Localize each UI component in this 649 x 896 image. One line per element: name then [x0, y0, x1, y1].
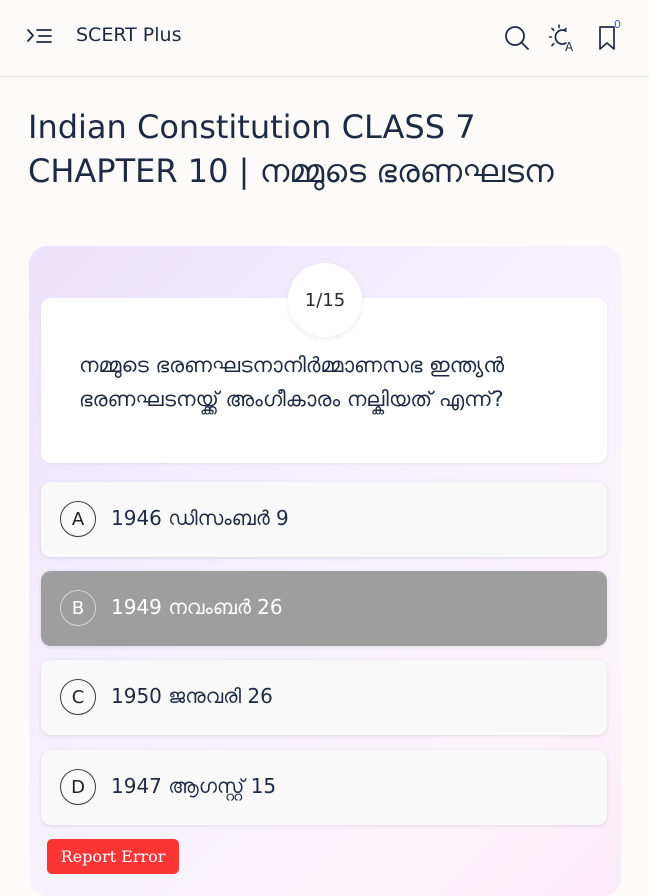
option-d[interactable]: D 1947 ആഗസ്റ്റ് 15 [41, 750, 607, 825]
option-a[interactable]: A 1946 ഡിസംബർ 9 [41, 482, 607, 557]
option-letter: B [60, 590, 96, 626]
question-text: നമ്മുടെ ഭരണഘടനാനിർമ്മാണസഭ ഇന്ത്യൻ ഭരണഘടന… [79, 353, 505, 411]
theme-toggle-icon[interactable]: A [548, 24, 577, 54]
app-title[interactable]: SCERT Plus [76, 24, 181, 46]
svg-text:A: A [565, 40, 574, 52]
report-error-button[interactable]: Report Error [47, 839, 179, 874]
option-letter: A [60, 501, 96, 537]
top-header: SCERT Plus A 0 [0, 0, 649, 77]
search-icon[interactable] [503, 24, 531, 52]
option-letter: D [60, 769, 96, 805]
page-title: Indian Constitution CLASS 7 CHAPTER 10 |… [28, 108, 554, 190]
option-b[interactable]: B 1949 നവംബർ 26 [41, 571, 607, 646]
option-text: 1950 ജനുവരി 26 [111, 684, 273, 708]
option-text: 1947 ആഗസ്റ്റ് 15 [111, 774, 277, 798]
option-text: 1949 നവംബർ 26 [111, 595, 283, 619]
option-letter: C [60, 679, 96, 715]
question-counter: 1/15 [288, 263, 362, 337]
menu-icon[interactable] [26, 26, 54, 48]
bookmark-count-badge: 0 [614, 18, 621, 31]
option-c[interactable]: C 1950 ജനുവരി 26 [41, 660, 607, 735]
option-text: 1946 ഡിസംബർ 9 [111, 506, 289, 530]
